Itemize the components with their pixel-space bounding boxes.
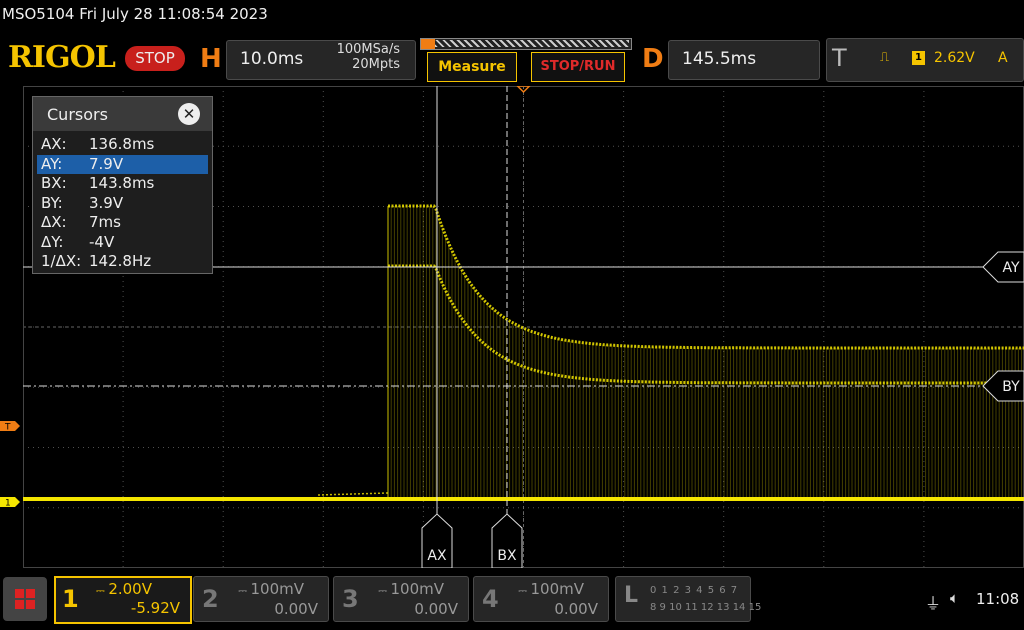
memory-position-bar: [420, 38, 632, 50]
logic-letter: L: [624, 583, 639, 608]
title-line: MSO5104 Fri July 28 11:08:54 2023: [2, 5, 268, 23]
channel1-marker-label: 1: [5, 499, 11, 509]
cursor-row-key: BY:: [41, 193, 63, 212]
close-icon[interactable]: ✕: [178, 103, 200, 125]
timebase-value: 10.0ms: [240, 49, 304, 69]
sample-rate-info: 100MSa/s 20Mpts: [322, 42, 400, 72]
channel1-scale: ⎓ 2.00V: [96, 580, 152, 598]
logic-channels-high: 8 9 10 11 12 13 14 15: [650, 602, 762, 613]
rising-edge-icon: ⎍: [880, 50, 890, 65]
sample-rate: 100MSa/s: [336, 42, 400, 57]
cursor-bx-label: BX: [497, 548, 517, 564]
memory-hatch: [435, 40, 629, 47]
trigger-letter: T: [832, 44, 847, 72]
memory-depth: 20Mpts: [352, 57, 400, 72]
trigger-channel-badge: 1: [912, 51, 925, 65]
cursor-by-label: BY: [1002, 379, 1020, 395]
cursor-row[interactable]: AY: 7.9V: [37, 154, 208, 174]
horizontal-letter[interactable]: H: [200, 44, 222, 74]
cursor-row-key: AY:: [41, 154, 63, 173]
channel2-number: 2: [202, 585, 219, 613]
usb-icon[interactable]: ⏚: [925, 590, 941, 614]
stop-run-button[interactable]: STOP/RUN: [531, 52, 625, 82]
channel1-number: 1: [62, 585, 79, 613]
memory-window-marker: [421, 39, 435, 49]
cursors-panel-header: Cursors ✕: [33, 97, 212, 131]
channel3-number: 3: [342, 585, 359, 613]
trigger-mode: A: [998, 50, 1008, 66]
rigol-logo: RIGOL: [8, 40, 116, 75]
channel1-offset: -5.92V: [130, 599, 180, 617]
cursor-row[interactable]: AX: 136.8ms: [37, 135, 208, 154]
channel3-offset: 0.00V: [414, 600, 458, 618]
cursor-row-key: 1/ΔX:: [41, 252, 82, 270]
channel3-scale: ⎓ 100mV: [378, 580, 444, 598]
trigger-box[interactable]: [826, 38, 1024, 82]
clock: 11:08: [976, 590, 1020, 608]
measure-button[interactable]: Measure: [427, 52, 517, 82]
cursor-row-value: 3.9V: [89, 193, 124, 212]
trigger-marker-label: T: [4, 423, 11, 433]
cursor-row-value: 142.8Hz: [89, 252, 152, 270]
cursor-ax-label: AX: [427, 548, 447, 564]
cursor-row-key: ΔX:: [41, 213, 67, 231]
cursor-row-key: BX:: [41, 174, 67, 192]
cursor-ay-label: AY: [1002, 260, 1019, 276]
speaker-muted-icon[interactable]: 🔈︎: [950, 589, 959, 607]
channel4-scale: ⎓ 100mV: [518, 580, 584, 598]
cursors-panel[interactable]: Cursors ✕ AX: 136.8ms AY: 7.9V BX: 143.8ms BY:…: [32, 96, 213, 274]
cursor-row-value: 7ms: [89, 213, 121, 231]
cursor-row-value: -4V: [89, 232, 115, 251]
delay-letter[interactable]: D: [642, 44, 664, 74]
channel2-offset: 0.00V: [274, 600, 318, 618]
cursor-row[interactable]: BX: 143.8ms: [37, 174, 208, 193]
trigger-level: 2.62V: [934, 50, 975, 66]
grid-menu-icon: [15, 589, 35, 609]
delay-value: 145.5ms: [682, 49, 757, 69]
cursor-row[interactable]: 1/ΔX: 142.8Hz: [37, 252, 208, 271]
main-menu-button[interactable]: [3, 577, 47, 621]
cursor-row-value: 143.8ms: [89, 174, 155, 192]
cursor-row-key: AX:: [41, 135, 67, 153]
channel4-number: 4: [482, 585, 499, 613]
cursor-row-key: ΔY:: [41, 232, 64, 251]
cursor-row-value: 136.8ms: [89, 135, 155, 153]
cursor-row[interactable]: ΔX: 7ms: [37, 213, 208, 232]
run-state-button[interactable]: STOP: [125, 46, 185, 71]
cursor-row[interactable]: ΔY: -4V: [37, 233, 208, 252]
channel4-offset: 0.00V: [554, 600, 598, 618]
cursor-row-value: 7.9V: [89, 154, 124, 173]
channel2-scale: ⎓ 100mV: [238, 580, 304, 598]
logic-channels-low: 0 1 2 3 4 5 6 7: [650, 585, 739, 596]
left-marker-strip: T 1: [0, 421, 20, 509]
cursor-row[interactable]: BY: 3.9V: [37, 194, 208, 213]
cursors-panel-title: Cursors: [47, 105, 108, 124]
